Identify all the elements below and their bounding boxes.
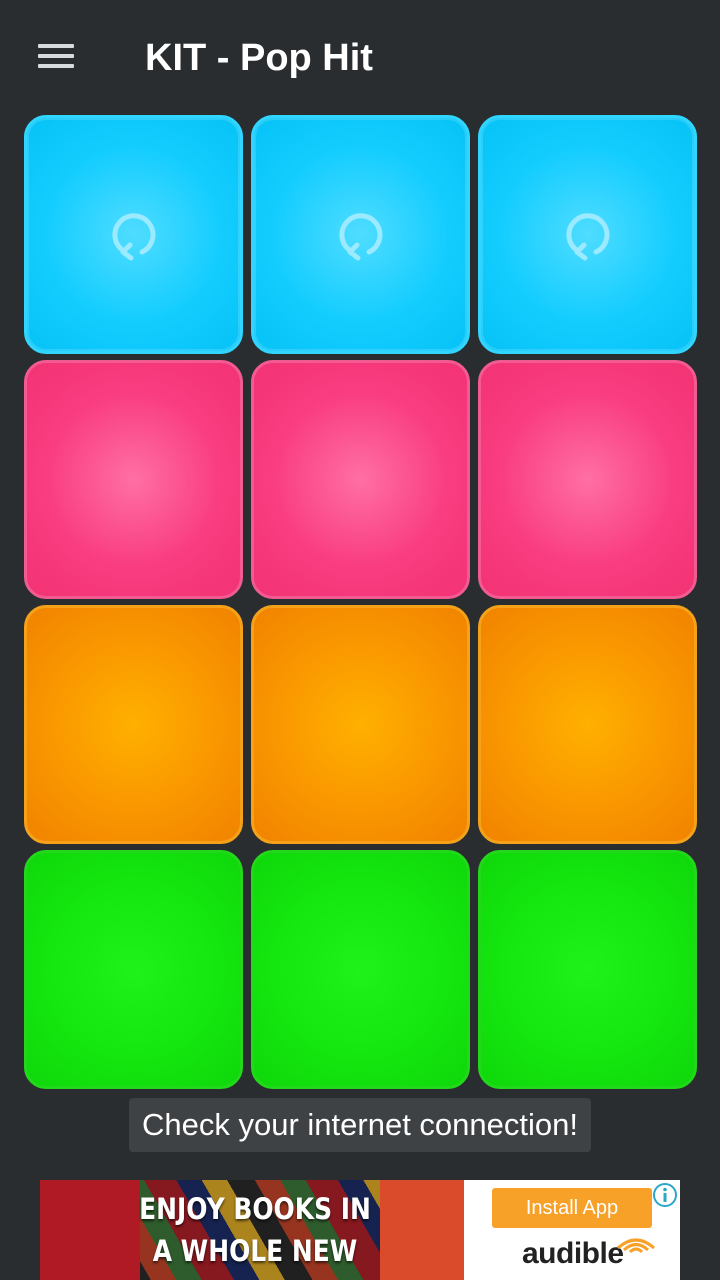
loop-icon [111, 212, 155, 260]
audible-logo: audible [522, 1237, 624, 1270]
toolbar: KIT - Pop Hit [0, 0, 720, 112]
menu-bar [38, 54, 74, 58]
pad-grid [24, 115, 697, 1089]
ad-headline-line: ENJOY BOOKS IN [139, 1192, 371, 1226]
ad-banner[interactable]: ENJOY BOOKS IN A WHOLE NEW WAY. Install … [40, 1180, 680, 1280]
ad-book-collage: ENJOY BOOKS IN A WHOLE NEW WAY. [40, 1180, 464, 1280]
loop-icon [338, 212, 382, 260]
audible-waves-icon [617, 1238, 655, 1254]
pad-orange-2[interactable] [251, 605, 470, 844]
info-icon[interactable] [652, 1182, 678, 1208]
install-app-button[interactable]: Install App [492, 1188, 652, 1228]
pad-cyan-3[interactable] [478, 115, 697, 354]
pad-green-3[interactable] [478, 850, 697, 1089]
hamburger-menu-icon[interactable] [36, 40, 76, 72]
pad-cyan-2[interactable] [251, 115, 470, 354]
ad-cta-panel: Install App audible [464, 1180, 680, 1280]
pad-pink-1[interactable] [24, 360, 243, 599]
toast-message: Check your internet connection! [129, 1098, 591, 1152]
menu-bar [38, 44, 74, 48]
pad-orange-3[interactable] [478, 605, 697, 844]
ad-book-cover [380, 1180, 464, 1280]
pad-cyan-1[interactable] [24, 115, 243, 354]
ad-headline-line: A WHOLE NEW WAY. [152, 1234, 358, 1280]
menu-bar [38, 64, 74, 68]
pad-green-2[interactable] [251, 850, 470, 1089]
app-screen: KIT - Pop Hit Check your internet connec… [0, 0, 720, 1280]
pad-orange-1[interactable] [24, 605, 243, 844]
pad-pink-2[interactable] [251, 360, 470, 599]
ad-headline: ENJOY BOOKS IN A WHOLE NEW WAY. [139, 1188, 371, 1280]
ad-book-cover [40, 1180, 140, 1280]
pad-green-1[interactable] [24, 850, 243, 1089]
page-title: KIT - Pop Hit [145, 37, 373, 79]
pad-pink-3[interactable] [478, 360, 697, 599]
loop-icon [565, 212, 609, 260]
